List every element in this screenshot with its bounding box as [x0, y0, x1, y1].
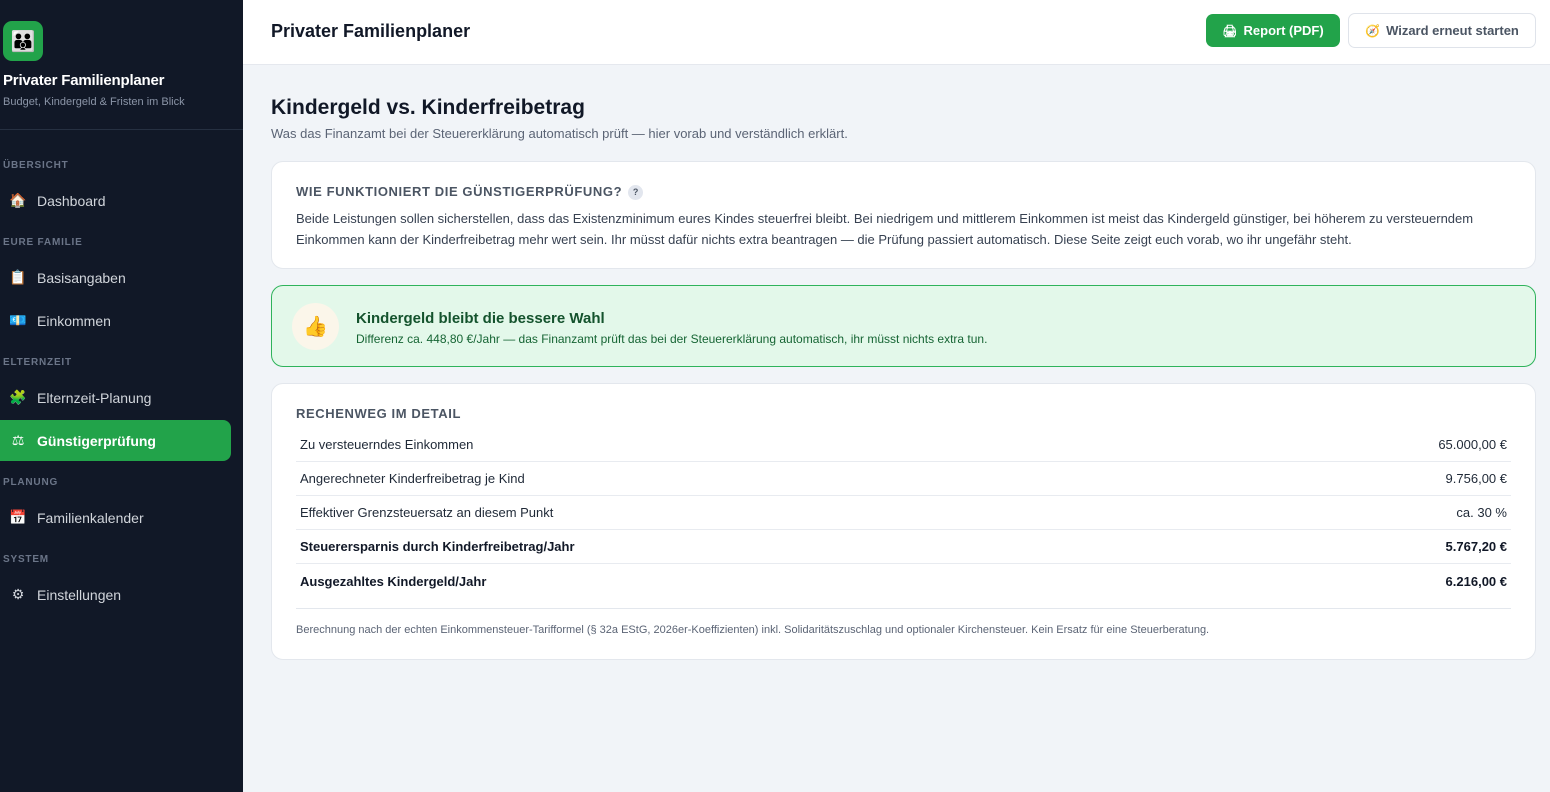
info-card-text: Beide Leistungen sollen sicherstellen, d…	[296, 211, 1474, 247]
sidebar-item-label: Basisangaben	[37, 269, 126, 286]
calendar-icon: 📅	[9, 509, 27, 525]
detail-table: Zu versteuerndes Einkommen 65.000,00 € A…	[296, 428, 1511, 598]
info-card-heading-text: WIE FUNKTIONIERT DIE GÜNSTIGERPRÜFUNG?	[296, 184, 623, 199]
sidebar-item-elternzeit-planung[interactable]: 🧩 Elternzeit-Planung	[0, 377, 231, 418]
restart-wizard-button[interactable]: 🧭 Wizard erneut starten	[1348, 13, 1536, 48]
table-row: Effektiver Grenzsteuersatz an diesem Pun…	[296, 496, 1511, 530]
section-label-system: SYSTEM	[3, 554, 49, 565]
sidebar-item-dashboard[interactable]: 🏠 Dashboard	[0, 180, 231, 221]
table-row: Steuerersparnis durch Kinderfreibetrag/J…	[296, 530, 1511, 564]
table-row: Angerechneter Kinderfreibetrag je Kind 9…	[296, 462, 1511, 496]
report-pdf-button[interactable]: 🖨 Report (PDF)	[1206, 14, 1340, 47]
sidebar-item-einkommen[interactable]: 💶 Einkommen	[0, 300, 231, 341]
row-value: 65.000,00 €	[1438, 437, 1507, 452]
section-label-eure-familie: EURE FAMILIE	[3, 237, 83, 248]
sidebar-item-label: Günstigerprüfung	[37, 432, 156, 449]
sidebar-item-guenstigerpruefung[interactable]: ⚖ Günstigerprüfung	[0, 420, 231, 461]
sidebar-item-label: Familienkalender	[37, 509, 144, 526]
page-title: Kindergeld vs. Kinderfreibetrag	[271, 96, 585, 119]
sidebar-item-label: Einstellungen	[37, 586, 122, 603]
detail-card-heading: RECHENWEG IM DETAIL	[296, 406, 461, 421]
row-value: ca. 30 %	[1456, 505, 1507, 520]
brand-subtitle: Budget, Kindergeld & Fristen im Blick	[3, 96, 185, 108]
restart-wizard-label: Wizard erneut starten	[1386, 23, 1519, 38]
sidebar-divider	[0, 129, 243, 130]
detail-footnote: Berechnung nach der echten Einkommensteu…	[296, 608, 1511, 636]
clipboard-icon: 📋	[9, 269, 27, 285]
page-subtitle: Was das Finanzamt bei der Steuererklärun…	[271, 126, 848, 141]
top-bar: Privater Familienplaner 🖨 Report (PDF) 🧭…	[243, 0, 1550, 65]
table-row: Zu versteuerndes Einkommen 65.000,00 €	[296, 428, 1511, 462]
section-label-elternzeit: ELTERNZEIT	[3, 357, 72, 368]
help-icon[interactable]: ?	[628, 184, 644, 200]
result-text: Differenz ca. 448,80 €/Jahr — das Finanz…	[356, 332, 988, 346]
brand-title: Privater Familienplaner	[3, 72, 165, 89]
info-card-heading: WIE FUNKTIONIERT DIE GÜNSTIGERPRÜFUNG??	[296, 184, 644, 200]
row-label: Steuerersparnis durch Kinderfreibetrag/J…	[300, 539, 575, 554]
banknote-icon: 💶	[9, 312, 27, 328]
row-label: Ausgezahltes Kindergeld/Jahr	[300, 573, 487, 589]
row-label: Angerechneter Kinderfreibetrag je Kind	[300, 471, 525, 486]
printer-icon: 🖨	[1222, 23, 1238, 38]
row-value: 6.216,00 €	[1445, 573, 1507, 589]
row-label: Zu versteuerndes Einkommen	[300, 437, 474, 452]
sidebar-item-label: Elternzeit-Planung	[37, 389, 152, 406]
scales-icon: ⚖	[11, 432, 25, 448]
thumbs-up-icon: 👍	[292, 303, 339, 350]
row-value: 9.756,00 €	[1445, 471, 1507, 486]
result-title: Kindergeld bleibt die bessere Wahl	[356, 310, 605, 327]
section-label-planung: PLANUNG	[3, 477, 59, 488]
sidebar-item-label: Dashboard	[37, 192, 106, 209]
row-value: 5.767,20 €	[1445, 539, 1507, 554]
compass-icon: 🧭	[1365, 23, 1381, 38]
sidebar-item-label: Einkommen	[37, 312, 111, 329]
row-label: Effektiver Grenzsteuersatz an diesem Pun…	[300, 505, 554, 520]
house-icon: 🏠	[9, 192, 27, 208]
detail-card: RECHENWEG IM DETAIL Zu versteuerndes Ein…	[271, 383, 1536, 660]
header-title: Privater Familienplaner	[271, 21, 471, 41]
puzzle-icon: 🧩	[9, 389, 27, 405]
gear-icon: ⚙	[11, 586, 25, 602]
sidebar: 👪 Privater Familienplaner Budget, Kinder…	[0, 0, 243, 792]
result-card: 👍 Kindergeld bleibt die bessere Wahl Dif…	[271, 285, 1536, 367]
report-pdf-label: Report (PDF)	[1243, 23, 1324, 38]
family-icon: 👪	[3, 21, 43, 61]
section-label-uebersicht: ÜBERSICHT	[3, 160, 69, 171]
sidebar-item-basisangaben[interactable]: 📋 Basisangaben	[0, 257, 231, 298]
sidebar-item-einstellungen[interactable]: ⚙ Einstellungen	[0, 574, 231, 615]
table-row: Ausgezahltes Kindergeld/Jahr 6.216,00 €	[296, 564, 1511, 598]
info-card: WIE FUNKTIONIERT DIE GÜNSTIGERPRÜFUNG?? …	[271, 161, 1536, 269]
sidebar-item-familienkalender[interactable]: 📅 Familienkalender	[0, 497, 231, 538]
